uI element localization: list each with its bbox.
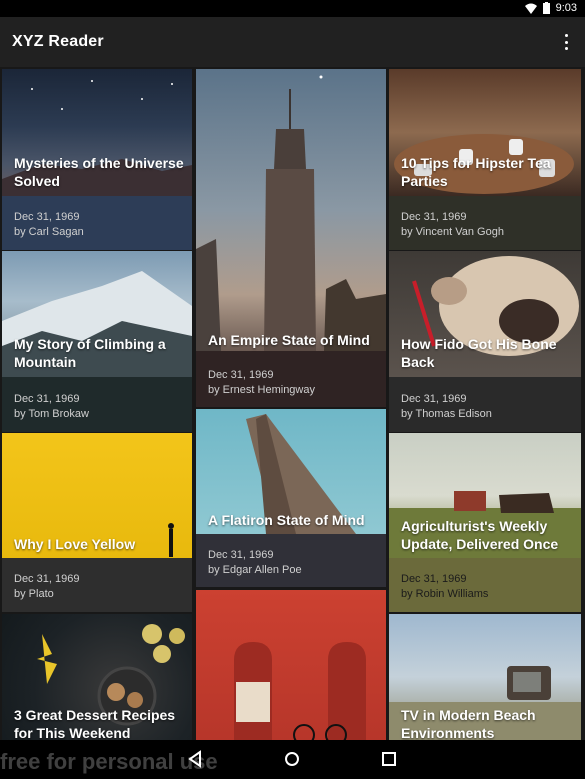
article-meta: Dec 31, 1969 by Ernest Hemingway — [208, 368, 378, 398]
article-title: How Fido Got His Bone Back — [401, 336, 557, 370]
article-grid: Mysteries of the Universe Solved Dec 31,… — [0, 67, 585, 740]
navigation-bar — [0, 740, 585, 779]
article-card[interactable]: How Fido Got His Bone Back Dec 31, 1969 … — [389, 251, 581, 432]
article-title: TV in Modern Beach Environments — [401, 707, 536, 740]
article-date: Dec 31, 1969 — [401, 211, 467, 223]
article-card[interactable]: Agriculturist's Weekly Update, Delivered… — [389, 433, 581, 612]
article-title: 10 Tips for Hipster Tea Parties — [401, 155, 551, 189]
article-title: Why I Love Yellow — [14, 536, 136, 552]
article-card[interactable]: Mysteries of the Universe Solved Dec 31,… — [2, 69, 192, 250]
article-card[interactable]: 3 Great Dessert Recipes for This Weekend — [2, 614, 192, 740]
home-icon[interactable] — [281, 748, 303, 770]
status-time: 9:03 — [555, 2, 577, 14]
wifi-icon — [524, 3, 537, 14]
article-card[interactable]: TV in Modern Beach Environments — [389, 614, 581, 740]
article-meta: Dec 31, 1969 by Thomas Edison — [401, 392, 573, 422]
app-title: XYZ Reader — [12, 33, 104, 50]
article-author: by Carl Sagan — [14, 226, 84, 238]
article-meta: Dec 31, 1969 by Tom Brokaw — [14, 392, 184, 422]
article-title: Agriculturist's Weekly Update, Delivered… — [401, 518, 559, 552]
article-title: An Empire State of Mind — [208, 332, 370, 348]
article-date: Dec 31, 1969 — [14, 211, 80, 223]
status-bar: 9:03 — [0, 0, 585, 17]
article-card[interactable]: 10 Tips for Hipster Tea Parties Dec 31, … — [389, 69, 581, 250]
article-meta: Dec 31, 1969 by Carl Sagan — [14, 210, 184, 240]
article-card[interactable]: A Flatiron State of Mind Dec 31, 1969 by… — [196, 409, 386, 587]
more-vert-icon[interactable] — [563, 34, 569, 50]
article-author: by Edgar Allen Poe — [208, 564, 302, 576]
article-title: Mysteries of the Universe Solved — [14, 155, 184, 189]
article-date: Dec 31, 1969 — [208, 549, 274, 561]
article-date: Dec 31, 1969 — [401, 393, 467, 405]
article-photo — [196, 69, 386, 351]
article-card[interactable]: Why I Love Yellow Dec 31, 1969 by Plato — [2, 433, 192, 612]
article-title: My Story of Climbing a Mountain — [14, 336, 166, 370]
article-meta: Dec 31, 1969 by Plato — [14, 572, 184, 602]
article-photo — [196, 590, 386, 740]
article-title: 3 Great Dessert Recipes for This Weekend — [14, 707, 176, 740]
article-meta: Dec 31, 1969 by Edgar Allen Poe — [208, 548, 378, 578]
article-card[interactable] — [196, 590, 386, 740]
article-title: A Flatiron State of Mind — [208, 512, 365, 528]
article-date: Dec 31, 1969 — [208, 369, 274, 381]
article-date: Dec 31, 1969 — [14, 393, 80, 405]
article-date: Dec 31, 1969 — [14, 573, 80, 585]
app-bar: XYZ Reader — [0, 17, 585, 67]
article-meta: Dec 31, 1969 by Robin Williams — [401, 572, 573, 602]
article-card[interactable]: An Empire State of Mind Dec 31, 1969 by … — [196, 69, 386, 407]
article-card[interactable]: My Story of Climbing a Mountain Dec 31, … — [2, 251, 192, 432]
article-author: by Vincent Van Gogh — [401, 226, 504, 238]
battery-icon — [542, 2, 550, 14]
article-meta: Dec 31, 1969 by Vincent Van Gogh — [401, 210, 573, 240]
back-icon[interactable] — [184, 748, 206, 770]
recents-icon[interactable] — [378, 748, 400, 770]
article-author: by Ernest Hemingway — [208, 384, 315, 396]
article-author: by Plato — [14, 588, 54, 600]
article-author: by Thomas Edison — [401, 408, 492, 420]
article-author: by Robin Williams — [401, 588, 489, 600]
article-author: by Tom Brokaw — [14, 408, 89, 420]
article-date: Dec 31, 1969 — [401, 573, 467, 585]
